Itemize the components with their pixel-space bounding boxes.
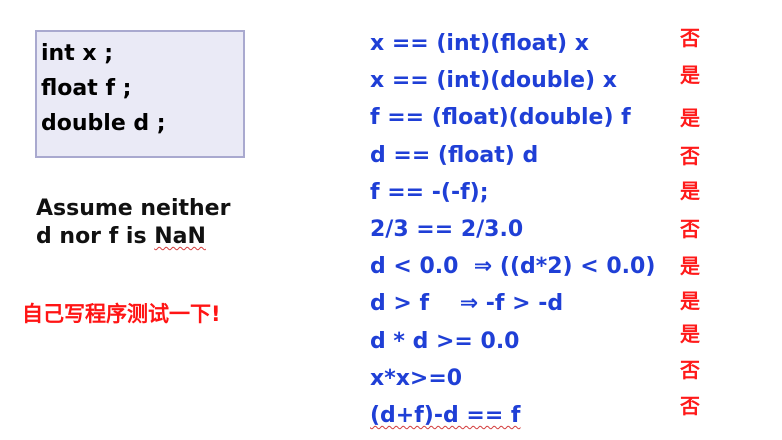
expression-7: d < 0.0 ⇒ ((d*2) < 0.0) [370, 254, 656, 280]
expression-5: f == -(-f); [370, 179, 489, 205]
expression-6: 2/3 == 2/3.0 [370, 216, 524, 242]
expression-1: x == (int)(float) x [370, 31, 589, 56]
answer-8: 是 [680, 289, 700, 313]
expression-4: d == (float) d [370, 142, 539, 168]
answer-4: 否 [680, 144, 700, 168]
answer-7: 是 [680, 254, 700, 278]
expression-2: x == (int)(double) x [370, 68, 617, 94]
answer-11: 否 [680, 394, 700, 418]
declaration-int-x: int x ; [41, 41, 114, 66]
answer-2: 是 [680, 63, 700, 87]
declarations-box: int x ; float f ; double d ; [35, 30, 245, 158]
expression-3: f == (float)(double) f [370, 105, 631, 131]
answer-6: 否 [680, 217, 700, 241]
declaration-float-f: float f ; [41, 76, 132, 101]
declaration-double-d: double d ; [41, 111, 166, 136]
expression-10: x*x>=0 [370, 365, 463, 391]
assumption-line-2: d nor f is NaN [36, 223, 230, 251]
answer-10: 否 [680, 358, 700, 382]
assumption-note: Assume neither d nor f is NaN [36, 195, 230, 251]
assumption-line-1: Assume neither [36, 196, 231, 221]
answer-5: 是 [680, 179, 700, 203]
assumption-line-2-text: d nor f is [36, 224, 155, 249]
answer-9: 是 [680, 322, 700, 346]
expression-9: d * d >= 0.0 [370, 328, 520, 354]
instruction-text: 自己写程序测试一下! [22, 302, 221, 326]
expression-11: (d+f)-d == f [370, 402, 521, 428]
expression-8: d > f ⇒ -f > -d [370, 291, 564, 317]
expression-list: x == (int)(float) x x == (int)(double) x… [370, 25, 655, 434]
answer-1: 否 [680, 26, 700, 50]
answer-3: 是 [680, 106, 700, 130]
nan-word: NaN [154, 224, 206, 249]
